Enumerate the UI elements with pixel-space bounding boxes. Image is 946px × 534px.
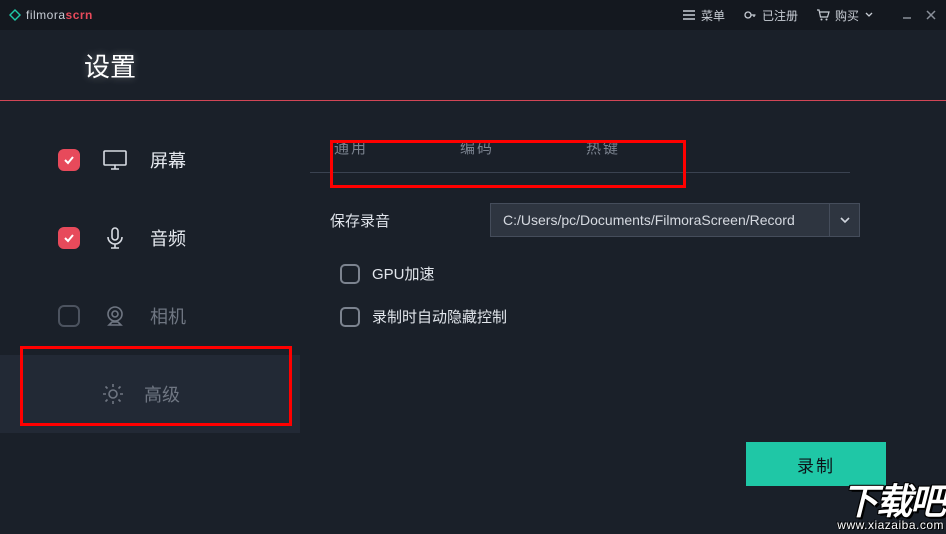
sidebar-item-label: 高级	[144, 381, 180, 407]
menu-button[interactable]: 菜单	[682, 7, 725, 24]
row-gpu: GPU加速	[330, 263, 906, 284]
menu-label: 菜单	[701, 7, 725, 24]
sidebar-item-audio[interactable]: 音频	[0, 199, 300, 277]
registered-label: 已注册	[762, 7, 798, 24]
row-autohide: 录制时自动隐藏控制	[330, 306, 906, 327]
sidebar-item-label: 屏幕	[150, 147, 186, 173]
sidebar-item-camera[interactable]: 相机	[0, 277, 300, 355]
monitor-icon	[102, 147, 128, 173]
sidebar-item-label: 音频	[150, 225, 186, 251]
buy-label: 购买	[835, 7, 859, 24]
autohide-label: 录制时自动隐藏控制	[372, 306, 507, 327]
save-path-value: C:/Users/pc/Documents/FilmoraScreen/Reco…	[503, 212, 829, 228]
key-icon	[743, 8, 757, 22]
tab-encode[interactable]: 编码	[460, 137, 494, 158]
hamburger-icon	[682, 8, 696, 22]
microphone-icon	[102, 225, 128, 251]
checkbox-audio[interactable]	[58, 227, 80, 249]
registered-button[interactable]: 已注册	[743, 7, 798, 24]
checkbox-screen[interactable]	[58, 149, 80, 171]
logo-icon	[8, 8, 22, 22]
sidebar-item-advanced[interactable]: 高级	[0, 355, 300, 433]
buy-button[interactable]: 购买	[816, 7, 874, 24]
checkbox-autohide[interactable]	[340, 307, 360, 327]
chevron-down-icon	[864, 8, 874, 22]
titlebar: filmorascrn 菜单 已注册 购买	[0, 0, 946, 30]
record-label: 录制	[797, 452, 835, 477]
cart-icon	[816, 8, 830, 22]
tab-general[interactable]: 通用	[334, 137, 368, 158]
gear-icon	[100, 381, 126, 407]
save-path-select[interactable]: C:/Users/pc/Documents/FilmoraScreen/Reco…	[490, 203, 860, 237]
sidebar-item-label: 相机	[150, 303, 186, 329]
tabs: 通用 编码 热键	[310, 119, 850, 173]
logo-text: filmorascrn	[26, 8, 93, 22]
sidebar-item-screen[interactable]: 屏幕	[0, 121, 300, 199]
checkbox-camera[interactable]	[58, 305, 80, 327]
gpu-label: GPU加速	[372, 263, 435, 284]
checkbox-gpu[interactable]	[340, 264, 360, 284]
chevron-down-icon[interactable]	[829, 204, 859, 236]
page-title: 设置	[84, 47, 136, 84]
tab-hotkey[interactable]: 热键	[586, 137, 620, 158]
app-logo: filmorascrn	[8, 8, 93, 22]
content-pane: 通用 编码 热键 保存录音 C:/Users/pc/Documents/Film…	[300, 101, 946, 534]
header: 设置	[0, 30, 946, 100]
webcam-icon	[102, 303, 128, 329]
minimize-button[interactable]	[900, 8, 914, 22]
sidebar: 屏幕 音频 相机 高级	[0, 101, 300, 534]
save-path-label: 保存录音	[330, 210, 490, 231]
close-button[interactable]	[924, 8, 938, 22]
row-save-path: 保存录音 C:/Users/pc/Documents/FilmoraScreen…	[330, 203, 906, 237]
record-button[interactable]: 录制	[746, 442, 886, 486]
